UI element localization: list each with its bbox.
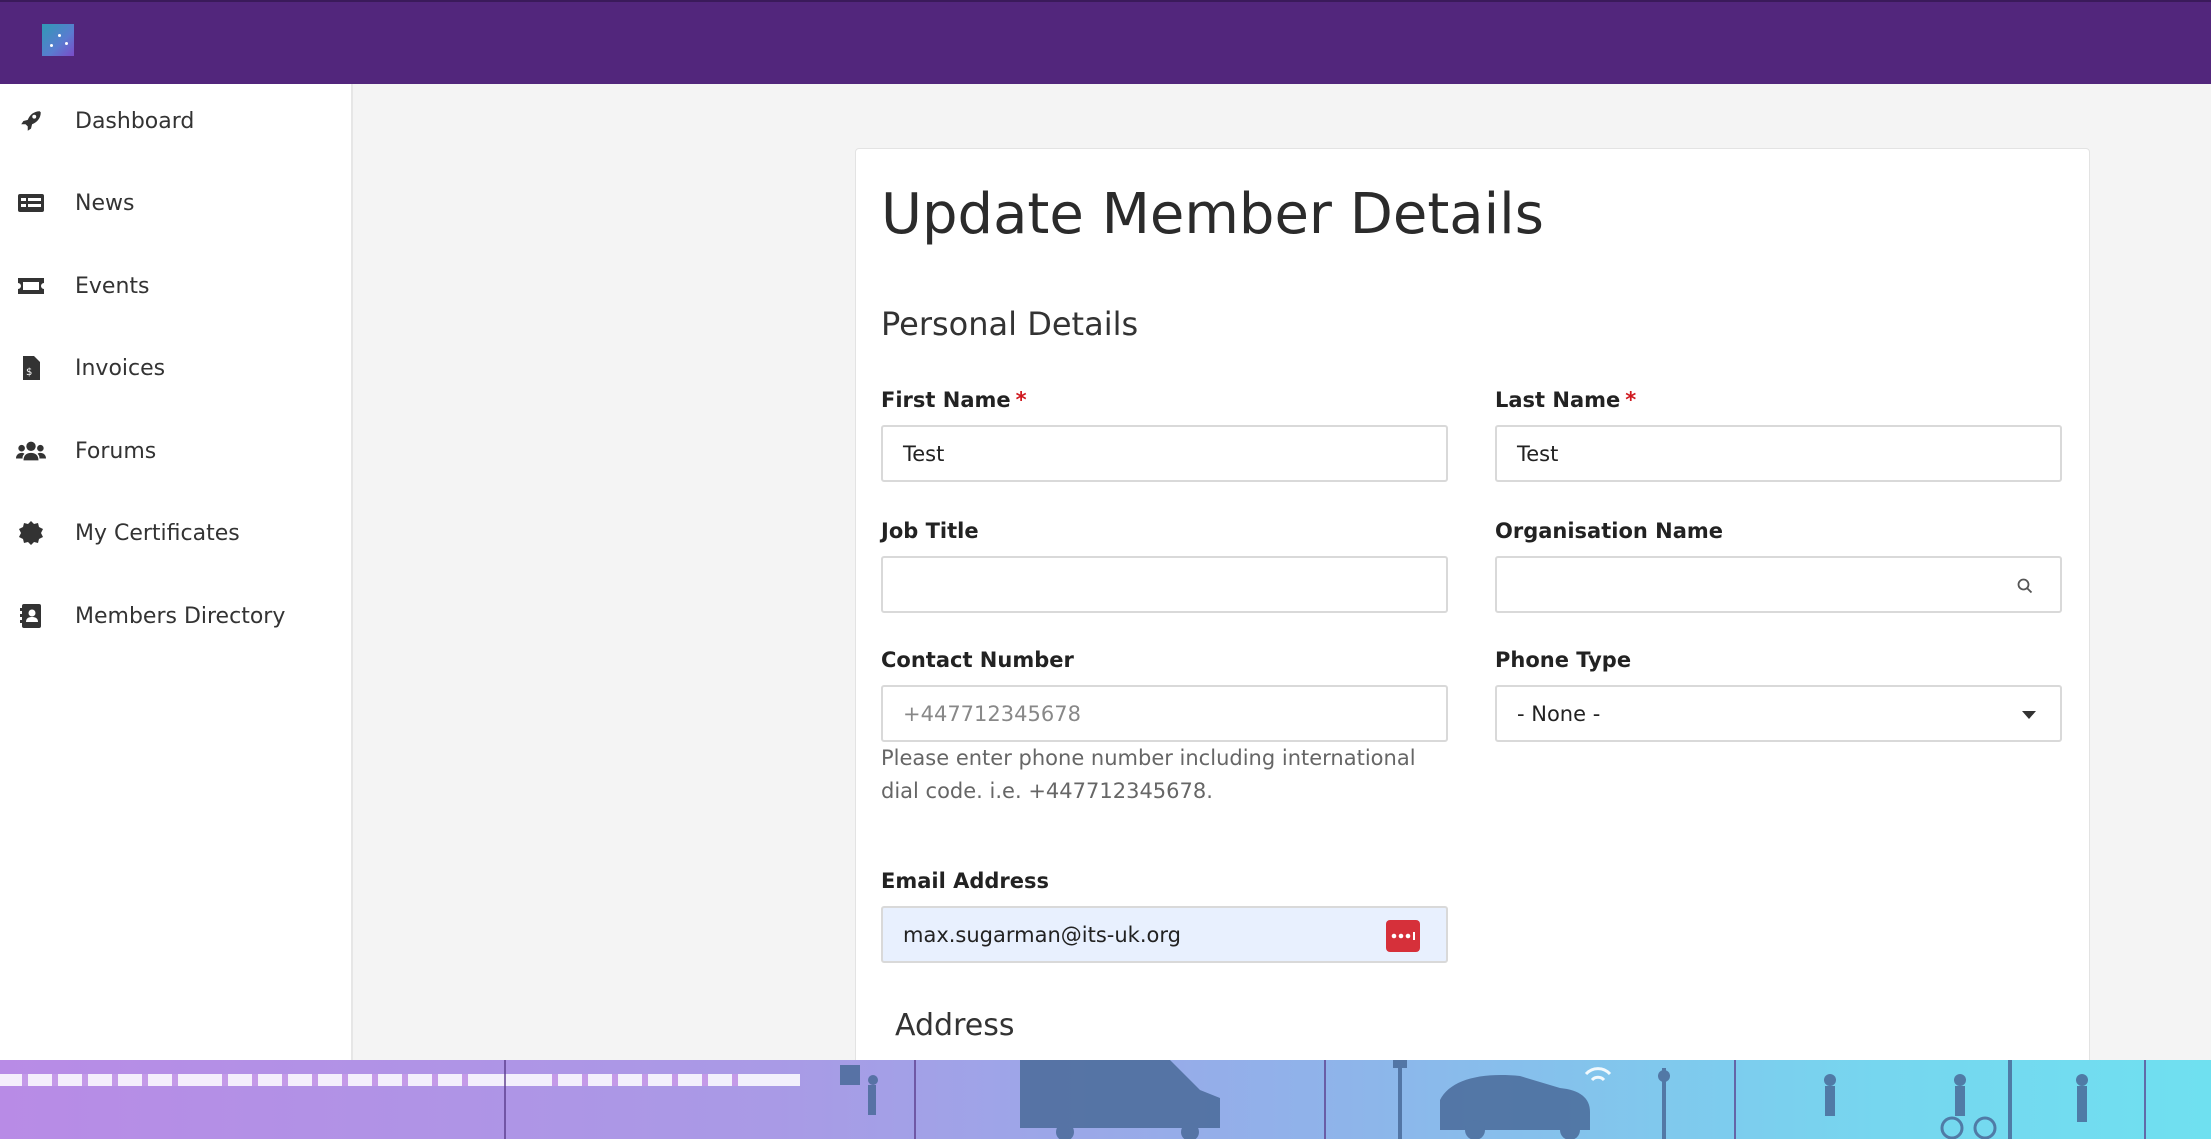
sidebar-item-invoices[interactable]: $ Invoices — [0, 343, 353, 393]
required-marker: * — [1625, 388, 1637, 412]
contact-number-input[interactable]: +447712345678 — [881, 685, 1448, 742]
rocket-icon — [16, 106, 46, 136]
top-bar — [0, 0, 2211, 84]
users-icon — [16, 436, 46, 466]
sidebar-item-label: Invoices — [75, 355, 166, 381]
sidebar: Dashboard News Events $ Invoices Forums … — [0, 84, 353, 1060]
chevron-down-icon — [2022, 711, 2036, 719]
password-manager-icon[interactable] — [1386, 920, 1420, 952]
last-name-input[interactable]: Test — [1495, 425, 2062, 482]
section-heading-personal: Personal Details — [881, 305, 1139, 343]
section-heading-address: Address — [895, 1008, 1015, 1043]
certificate-icon — [16, 518, 46, 548]
sidebar-item-certificates[interactable]: My Certificates — [0, 508, 353, 558]
sidebar-item-label: Members Directory — [75, 603, 286, 629]
email-address-input[interactable]: max.sugarman@its-uk.org — [881, 906, 1448, 963]
job-title-input[interactable] — [881, 556, 1448, 613]
search-icon[interactable] — [2016, 576, 2034, 600]
first-name-label: First Name * — [881, 388, 1027, 412]
phone-type-label: Phone Type — [1495, 648, 1632, 672]
ticket-icon — [16, 271, 46, 301]
phone-type-select[interactable]: - None - — [1495, 685, 2062, 742]
svg-text:$: $ — [26, 367, 32, 378]
invoice-icon: $ — [16, 353, 46, 383]
sidebar-item-label: News — [75, 190, 135, 216]
sidebar-item-events[interactable]: Events — [0, 261, 353, 311]
page-title: Update Member Details — [881, 182, 1544, 247]
site-logo[interactable] — [42, 24, 74, 56]
sidebar-item-forums[interactable]: Forums — [0, 426, 353, 476]
sidebar-item-news[interactable]: News — [0, 178, 353, 228]
first-name-input[interactable]: Test — [881, 425, 1448, 482]
sidebar-item-label: My Certificates — [75, 520, 240, 546]
sidebar-item-dashboard[interactable]: Dashboard — [0, 96, 353, 146]
contact-number-label: Contact Number — [881, 648, 1074, 672]
sidebar-item-label: Forums — [75, 438, 157, 464]
organisation-name-input[interactable] — [1495, 556, 2062, 613]
footer-banner — [0, 1060, 2211, 1139]
newspaper-icon — [16, 188, 46, 218]
last-name-label: Last Name * — [1495, 388, 1637, 412]
sidebar-item-label: Events — [75, 273, 150, 299]
sidebar-item-label: Dashboard — [75, 108, 195, 134]
email-address-label: Email Address — [881, 869, 1050, 893]
organisation-name-label: Organisation Name — [1495, 519, 1724, 543]
sidebar-item-members-directory[interactable]: Members Directory — [0, 591, 353, 641]
street-illustration — [0, 1060, 2146, 1139]
address-book-icon — [16, 601, 46, 631]
job-title-label: Job Title — [881, 519, 979, 543]
required-marker: * — [1015, 388, 1027, 412]
contact-number-help: Please enter phone number including inte… — [881, 746, 1416, 803]
